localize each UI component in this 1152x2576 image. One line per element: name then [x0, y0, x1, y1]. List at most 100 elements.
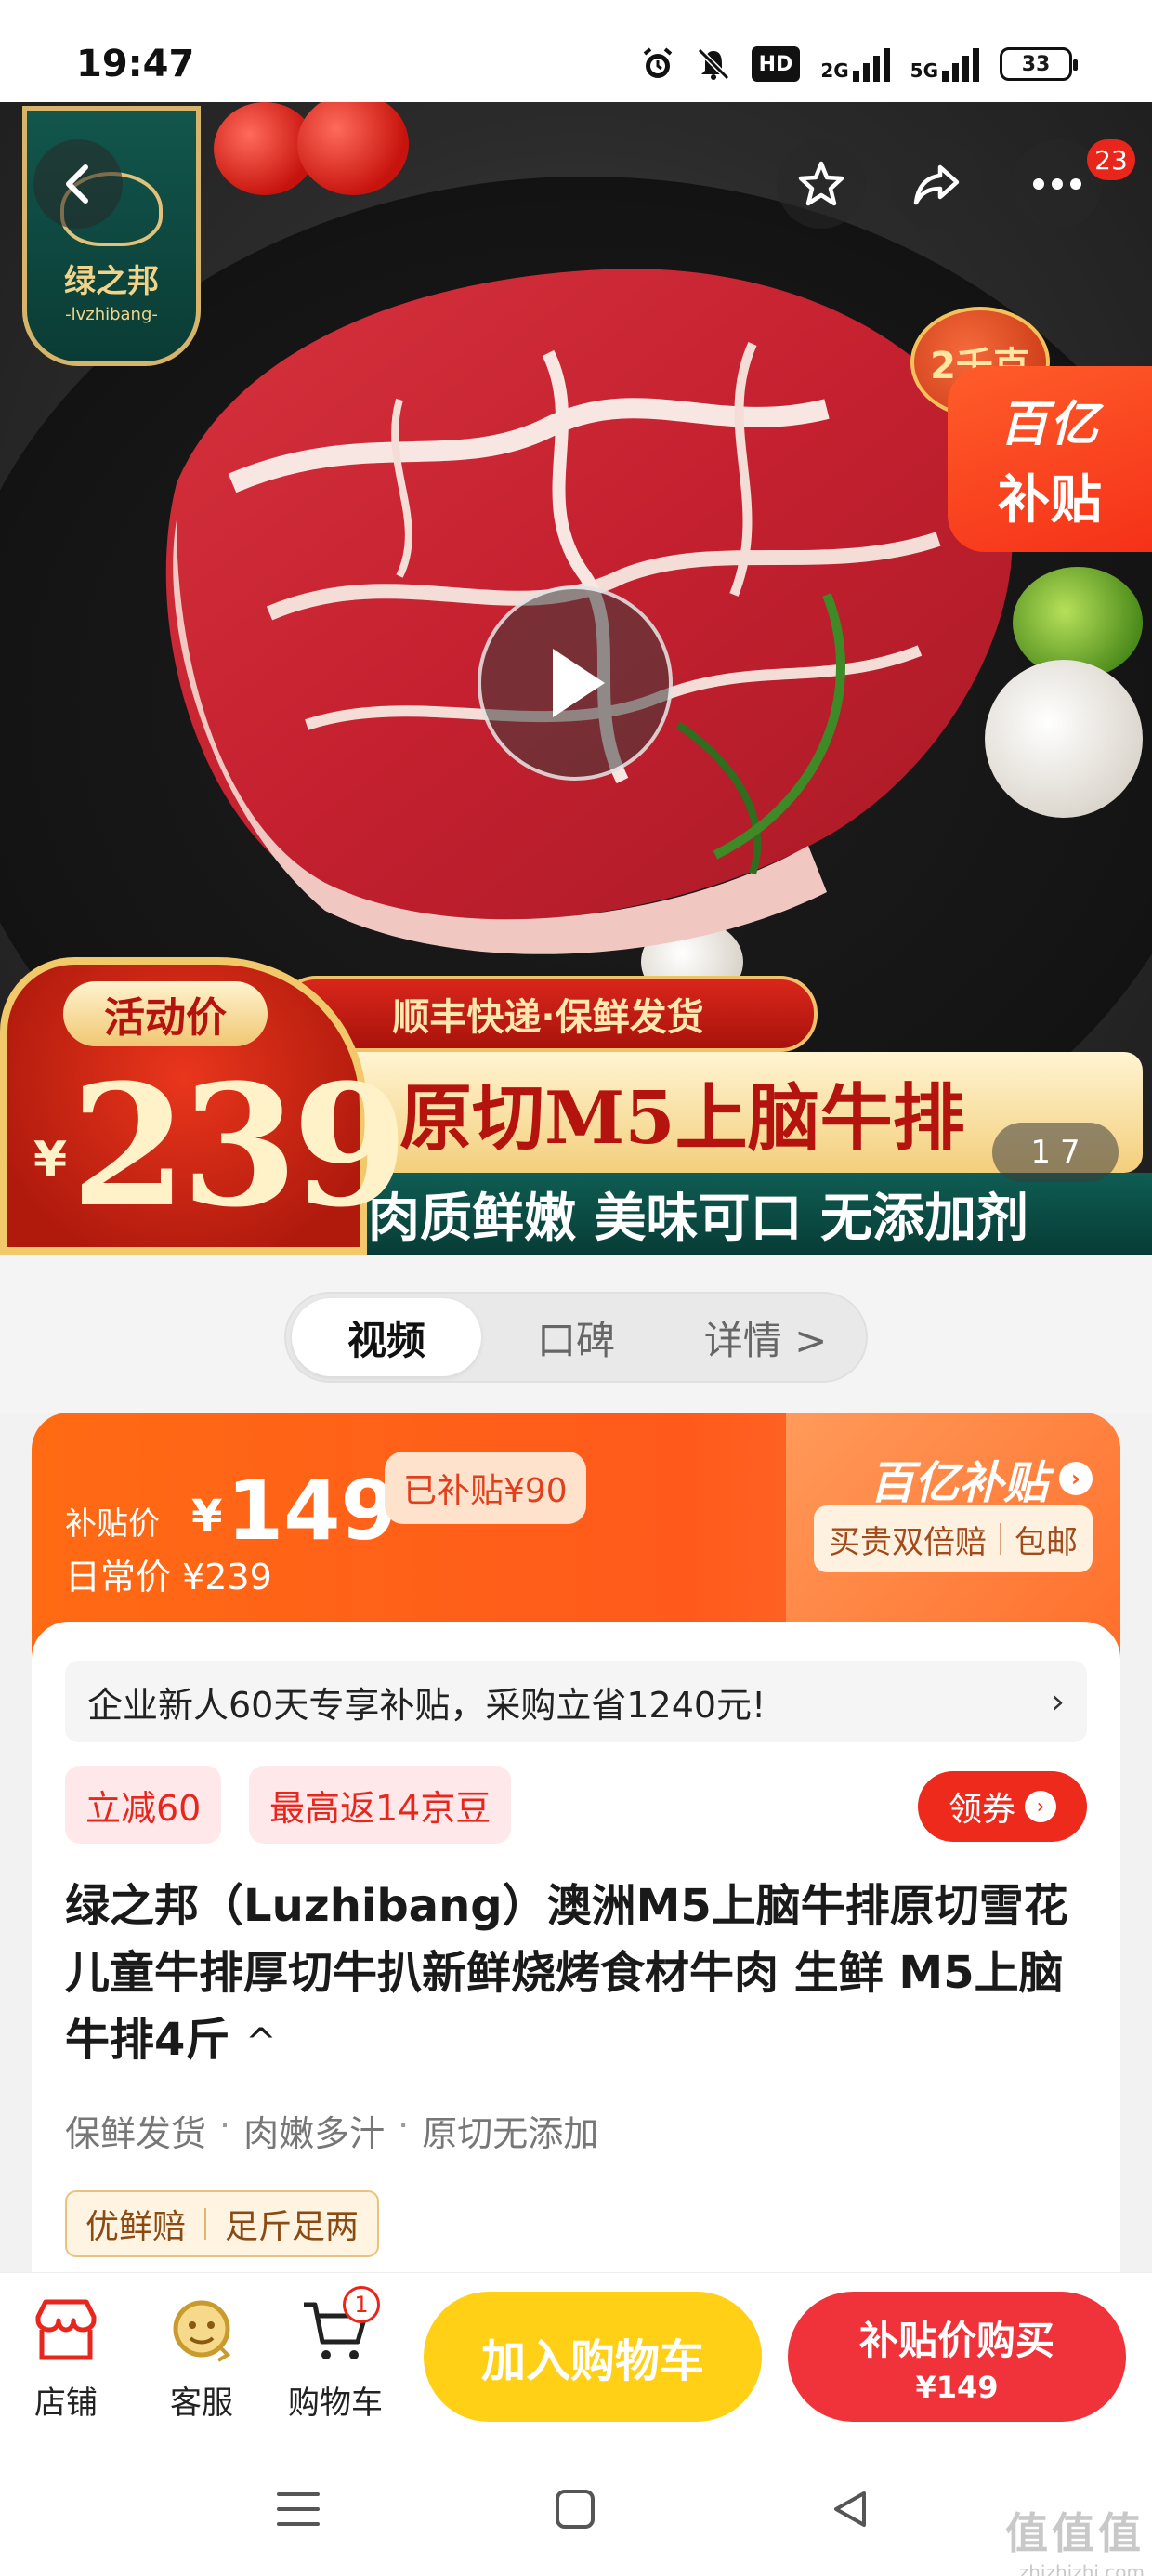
star-icon — [798, 161, 844, 206]
collapse-caret-icon[interactable]: ^ — [245, 2021, 277, 2064]
play-icon — [553, 649, 605, 717]
signal-2g-label: 2G — [820, 59, 849, 82]
cart-label: 购物车 — [288, 2385, 383, 2422]
subsidy-tag-line1: 百亿 — [999, 397, 1100, 453]
favorite-button[interactable] — [777, 139, 866, 229]
store-button[interactable]: 店铺 — [6, 2293, 126, 2423]
more-dots-icon — [1033, 178, 1081, 190]
dot-separator: · — [219, 2105, 231, 2146]
chevron-right-icon: › — [1025, 1791, 1056, 1822]
image-index: 1 — [1030, 1134, 1051, 1171]
tab-details[interactable]: 详情 > — [671, 1298, 860, 1376]
hero-price-badge: 活动价 ¥ 239 — [0, 957, 409, 1255]
image-total: 7 — [1060, 1134, 1080, 1171]
product-title-text: 绿之邦（Luzhibang）澳洲M5上脑牛排原切雪花儿童牛排厚切牛扒新鲜烧烤食材… — [65, 1880, 1068, 2066]
image-page-indicator: 1 7 — [992, 1123, 1119, 1182]
signal-5g-icon: 5G — [910, 46, 979, 82]
enterprise-promo-bar[interactable]: 企业新人60天专享补贴，采购立省1240元! › — [65, 1661, 1087, 1742]
subsidy-price-currency: ¥ — [191, 1491, 223, 1543]
feature-item: 保鲜发货 — [65, 2113, 207, 2154]
coupon-instant-discount[interactable]: 立减60 — [65, 1766, 222, 1844]
service-tag-full-weight: 足斤足两 — [225, 2208, 360, 2246]
customer-service-label: 客服 — [170, 2385, 233, 2422]
service-tags[interactable]: 优鲜赔 足斤足两 — [65, 2190, 380, 2257]
subsidy-saved-badge: 已补贴¥90 — [385, 1452, 586, 1524]
system-nav-bar — [0, 2439, 1152, 2576]
shipping-banner: 顺丰快递·保鲜发货 — [279, 976, 818, 1052]
product-info-card: 企业新人60天专享补贴，采购立省1240元! › 立减60 最高返14京豆 领券… — [32, 1622, 1120, 2272]
watermark-logo: 值值值 — [1005, 2508, 1145, 2558]
watermark: 值值值 zhizhizhi.com — [1005, 2500, 1145, 2576]
chevron-right-icon: › — [1059, 1462, 1093, 1495]
back-button[interactable] — [33, 139, 123, 229]
status-icons: HD 2G 5G 33 — [640, 46, 1078, 82]
add-to-cart-button[interactable]: 加入购物车 — [424, 2292, 762, 2422]
divider — [1000, 1523, 1001, 1555]
tabs-section: 视频 口碑 详情 > — [0, 1255, 1152, 1413]
customer-service-button[interactable]: 客服 — [141, 2293, 262, 2423]
notification-badge: 23 — [1087, 139, 1135, 180]
status-time: 19:47 — [76, 43, 195, 85]
feature-item: 肉嫩多汁 — [243, 2113, 386, 2154]
cart-button[interactable]: 1 购物车 — [275, 2286, 396, 2423]
service-tag-fresh-compensation: 优鲜赔 — [85, 2208, 187, 2246]
watermark-url: zhizhizhi.com — [1018, 2561, 1145, 2576]
guarantee-double-refund: 买贵双倍赔 — [829, 1523, 987, 1561]
share-button[interactable] — [892, 139, 981, 229]
hero-tagline: 肉质鲜嫩 美味可口 无添加剂 — [344, 1173, 1152, 1255]
feature-item: 原切无添加 — [422, 2113, 599, 2154]
coupon-jd-beans[interactable]: 最高返14京豆 — [249, 1766, 512, 1844]
menu-icon — [277, 2492, 320, 2526]
bottom-action-bar: 店铺 客服 1 购物车 加入购物车 补贴价购买 ¥149 — [0, 2272, 1152, 2439]
customer-service-icon — [164, 2293, 239, 2368]
tomato-graphic — [297, 102, 409, 195]
buy-now-label: 补贴价购买 — [858, 2317, 1054, 2363]
coupon-row: 立减60 最高返14京豆 领券 › — [65, 1766, 1087, 1844]
play-video-button[interactable] — [478, 585, 673, 781]
brand-name-en: -lvzhibang- — [65, 305, 158, 324]
subsidy-price-value: 149 — [227, 1463, 398, 1558]
brand-name-cn: 绿之邦 — [64, 263, 159, 300]
home-square-icon — [556, 2490, 595, 2529]
status-bar: 19:47 HD 2G 5G 33 — [0, 0, 1152, 102]
get-coupon-button[interactable]: 领券 › — [918, 1771, 1087, 1842]
cart-count-badge: 1 — [343, 2286, 380, 2323]
subsidy-program-link[interactable]: 百亿补贴 › — [870, 1446, 1093, 1511]
divider — [204, 2208, 207, 2240]
buy-now-button[interactable]: 补贴价购买 ¥149 — [788, 2292, 1126, 2422]
get-coupon-label: 领券 — [948, 1791, 1015, 1829]
feature-list: 保鲜发货 · 肉嫩多汁 · 原切无添加 — [65, 2105, 598, 2156]
hero-price-value: 239 — [71, 1048, 409, 1244]
enterprise-promo-text: 企业新人60天专享补贴，采购立省1240元! — [87, 1684, 766, 1726]
hero-price-label: 活动价 — [63, 981, 268, 1046]
signal-2g-icon: 2G — [820, 46, 890, 82]
cart-icon: 1 — [298, 2286, 380, 2368]
subsidy-tag: 百亿 补贴 — [948, 366, 1152, 552]
store-icon — [29, 2293, 103, 2368]
subsidy-price-label: 补贴价 — [65, 1505, 160, 1543]
battery-icon: 33 — [1000, 47, 1078, 81]
back-nav-button[interactable] — [808, 2467, 892, 2551]
share-icon — [913, 164, 960, 205]
dot-separator: · — [398, 2105, 410, 2146]
back-arrow-icon — [66, 164, 88, 204]
alarm-icon — [640, 46, 675, 82]
mute-icon — [696, 46, 731, 82]
store-label: 店铺 — [34, 2385, 98, 2422]
hd-icon: HD — [751, 46, 801, 82]
tab-video[interactable]: 视频 — [292, 1298, 481, 1376]
brand-logo: 绿之邦 -lvzhibang- — [22, 106, 201, 366]
home-nav-button[interactable] — [533, 2467, 617, 2551]
chevron-right-icon: › — [1051, 1682, 1065, 1721]
subsidy-program-logo: 百亿补贴 — [869, 1457, 1048, 1509]
menu-nav-button[interactable] — [256, 2467, 340, 2551]
daily-price: 日常价 ¥239 — [65, 1557, 272, 1597]
buy-now-price: ¥149 — [915, 2369, 999, 2405]
back-triangle-icon — [834, 2491, 866, 2527]
tab-reviews[interactable]: 口碑 — [481, 1298, 671, 1376]
signal-5g-label: 5G — [910, 59, 938, 82]
product-title[interactable]: 绿之邦（Luzhibang）澳洲M5上脑牛排原切雪花儿童牛排厚切牛扒新鲜烧烤食材… — [65, 1873, 1096, 2076]
segmented-tabs: 视频 口碑 详情 > — [284, 1292, 868, 1383]
subsidy-tag-line2: 补贴 — [998, 470, 1102, 531]
product-hero-image[interactable]: 绿之邦 -lvzhibang- 23 2千克 百亿 补贴 顺丰快递·保鲜发货 原… — [0, 102, 1152, 1255]
